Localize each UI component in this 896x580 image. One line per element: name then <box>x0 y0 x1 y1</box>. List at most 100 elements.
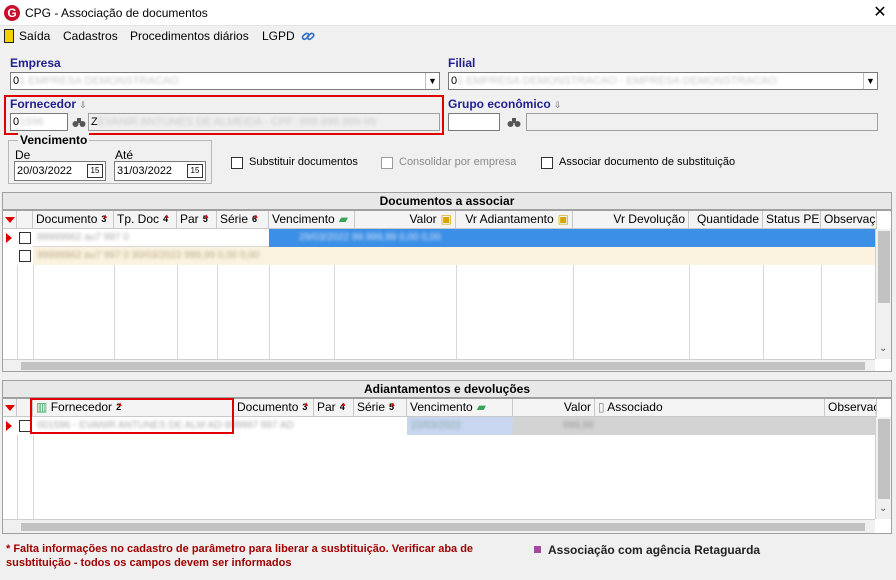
fornecedor-label: Fornecedor ⇩ <box>10 97 87 111</box>
adiant-horizontal-scrollbar[interactable] <box>3 519 875 533</box>
close-button[interactable]: ✕ <box>866 3 894 23</box>
docs-header-check <box>17 211 33 229</box>
window-title: CPG - Associação de documentos <box>25 6 208 20</box>
adiant-col-documento[interactable]: Documento3 <box>234 399 314 417</box>
row-cells: 99999962 au7 997 0 30/03/2022 999,99 0,0… <box>33 247 877 265</box>
scroll-thumb[interactable] <box>21 362 865 370</box>
substituir-label: Substituir documentos <box>249 156 358 168</box>
coins-icon: ▣ <box>557 212 569 226</box>
menu-saida[interactable]: Saída <box>19 29 50 43</box>
adiant-col-par[interactable]: Par4 <box>314 399 354 417</box>
scroll-thumb[interactable] <box>878 419 890 499</box>
menu-lgpd[interactable]: LGPD <box>262 29 295 43</box>
scroll-thumb[interactable] <box>21 523 865 531</box>
substituir-checkbox[interactable] <box>231 157 243 169</box>
adiant-col-associado[interactable]: ▯ Associado <box>595 399 825 417</box>
row-redacted: 22/03/2022 <box>411 420 462 431</box>
docs-col-tpdoc[interactable]: Tp. Doc4 <box>114 211 177 229</box>
docs-col-vr-adiantamento[interactable]: Vr Adiantamento ▣ <box>456 211 573 229</box>
row-cells-left: 99999962 au7 997 0 <box>33 229 269 247</box>
vencimento-de-label: De <box>15 148 31 162</box>
link-icon[interactable] <box>300 29 316 43</box>
adiant-col-valor[interactable]: Valor <box>513 399 595 417</box>
vencimento-label: Vencimento <box>18 133 90 147</box>
menu-procedimentos-diarios[interactable]: Procedimentos diários <box>130 29 249 43</box>
empresa-redacted: 1 EMPRESA DEMONSTRACAO <box>19 75 179 87</box>
empresa-label: Empresa <box>10 56 61 70</box>
associar-label: Associar documento de substituição <box>559 156 736 168</box>
scroll-down-icon[interactable]: ⌄ <box>879 343 887 354</box>
row-redacted: 99999962 au7 997 0 <box>37 232 129 243</box>
grupo-name-field <box>526 113 878 131</box>
adiant-header-corner[interactable] <box>3 399 17 417</box>
adiant-col-observacao[interactable]: Observaç <box>825 399 877 417</box>
grupo-code-input[interactable] <box>448 113 500 131</box>
filial-select[interactable]: 01 EMPRESA DEMONSTRACAO - EMPRESA DEMONS… <box>448 72 878 90</box>
fornecedor-code-redacted: 1596 <box>19 116 44 128</box>
chevron-down-icon[interactable]: ▼ <box>863 73 877 89</box>
docs-grid[interactable]: Documento3 Tp. Doc4 Par5 Série6 Vencimen… <box>2 210 892 372</box>
adiant-col-serie[interactable]: Série5 <box>354 399 407 417</box>
table-row[interactable]: 99999962 au7 997 0 30/03/2022 999,99 0,0… <box>3 247 877 265</box>
filial-redacted: 1 EMPRESA DEMONSTRACAO - EMPRESA DEMONST… <box>457 75 777 87</box>
fornecedor-name-redacted: EVANIR ANTUNES DE ALMEIDA - CPF: 999.999… <box>97 116 377 128</box>
scroll-down-icon[interactable]: ⌄ <box>879 503 887 514</box>
row-selected-cells: 29/03/2022 99.999,99 0,00 0,00 <box>269 229 877 247</box>
adiant-col-vencimento[interactable]: Vencimento ▰ <box>407 399 513 417</box>
money-icon: ▰ <box>476 400 486 414</box>
grupo-label: Grupo econômico ⇩ <box>448 97 562 111</box>
fornecedor-name-field: ZEVANIR ANTUNES DE ALMEIDA - CPF: 999.99… <box>88 113 440 131</box>
docs-header-corner[interactable] <box>3 211 17 229</box>
exit-door-icon <box>4 29 14 43</box>
docs-col-observacao[interactable]: Observaçã <box>821 211 877 229</box>
row-redacted: 29/03/2022 99.999,99 0,00 0,00 <box>299 232 441 243</box>
docs-col-valor[interactable]: Valor ▣ <box>355 211 456 229</box>
document-icon: ▯ <box>598 400 605 414</box>
row-cells-right: 999,99 <box>513 417 877 435</box>
associar-checkbox[interactable] <box>541 157 553 169</box>
table-row[interactable]: 99999962 au7 997 0 29/03/2022 99.999,99 … <box>3 229 877 247</box>
chevron-down-icon[interactable]: ▼ <box>425 73 439 89</box>
empresa-select[interactable]: 01 EMPRESA DEMONSTRACAO ▼ <box>10 72 440 90</box>
binoculars-icon[interactable] <box>72 116 86 128</box>
row-pointer-icon <box>6 421 12 431</box>
menu-cadastros[interactable]: Cadastros <box>63 29 118 43</box>
docs-col-vr-devolucao[interactable]: Vr Devolução <box>573 211 689 229</box>
row-redacted: 999,99 <box>563 420 594 431</box>
menu-bar: Saída Cadastros Procedimentos diários LG… <box>0 26 896 46</box>
row-checkbox[interactable] <box>19 250 31 262</box>
docs-horizontal-scrollbar[interactable] <box>3 359 875 371</box>
money-icon: ▰ <box>338 212 348 226</box>
adiant-section-title: Adiantamentos e devoluções <box>2 380 892 398</box>
fornecedor-name-value: Z <box>91 116 98 128</box>
footer-warning: * Falta informações no cadastro de parâm… <box>6 543 474 569</box>
legend-swatch <box>534 546 541 553</box>
adiant-vertical-scrollbar[interactable]: ⌄ <box>875 417 891 519</box>
row-redacted: 99999962 au7 997 0 30/03/2022 999,99 0,0… <box>37 250 260 261</box>
legend-label: Associação com agência Retaguarda <box>548 543 761 557</box>
app-logo-icon: G <box>4 5 20 21</box>
scroll-thumb[interactable] <box>878 231 890 303</box>
binoculars-icon[interactable] <box>507 116 521 128</box>
docs-col-documento[interactable]: Documento3 <box>33 211 114 229</box>
fornecedor-column-highlight <box>30 398 234 434</box>
calendar-icon[interactable]: 15 <box>87 164 103 178</box>
filial-label: Filial <box>448 56 476 70</box>
fornecedor-code-input[interactable]: 01596 <box>10 113 68 131</box>
row-vencimento-cell: 22/03/2022 <box>407 417 513 435</box>
vencimento-ate-input[interactable]: 31/03/2022 15 <box>114 161 206 181</box>
docs-col-status-pe[interactable]: Status PE <box>763 211 821 229</box>
vencimento-de-value: 20/03/2022 <box>17 165 73 177</box>
docs-col-par[interactable]: Par5 <box>177 211 217 229</box>
row-checkbox[interactable] <box>19 232 31 244</box>
calendar-icon[interactable]: 15 <box>187 164 203 178</box>
docs-col-vencimento[interactable]: Vencimento ▰ <box>269 211 355 229</box>
vencimento-ate-label: Até <box>115 148 134 162</box>
consolidar-label: Consolidar por empresa <box>399 156 517 168</box>
docs-col-serie[interactable]: Série6 <box>217 211 269 229</box>
vencimento-de-input[interactable]: 20/03/2022 15 <box>14 161 106 181</box>
coins-icon: ▣ <box>440 212 452 226</box>
docs-col-quantidade[interactable]: Quantidade <box>689 211 763 229</box>
docs-vertical-scrollbar[interactable]: ⌄ <box>875 229 891 359</box>
consolidar-checkbox[interactable] <box>381 157 393 169</box>
